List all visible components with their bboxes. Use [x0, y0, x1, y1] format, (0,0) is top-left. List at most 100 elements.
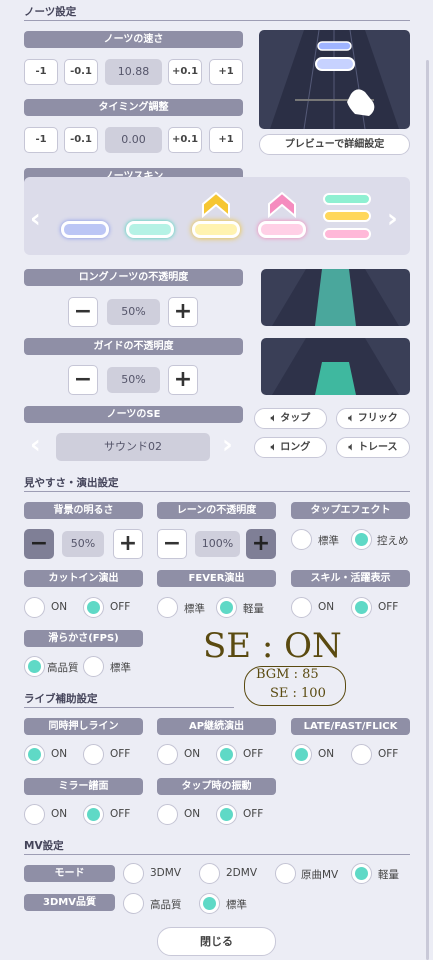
bg-brightness-value: 50%: [62, 531, 104, 557]
mv-quality-standard-radio[interactable]: [199, 893, 220, 914]
simul-line-off-label: OFF: [110, 748, 131, 760]
fever-standard-label: 標準: [184, 603, 205, 615]
mirror-on-radio[interactable]: [24, 804, 45, 825]
fever-label: FEVER演出: [157, 570, 276, 587]
section-title-mv: MV設定: [24, 840, 64, 852]
vibration-off-radio[interactable]: [216, 804, 237, 825]
skin-option-yellow[interactable]: [192, 221, 240, 238]
timing-label: タイミング調整: [24, 99, 243, 116]
mv-quality-label: 3DMV品質: [24, 894, 115, 911]
tap-effect-standard-label: 標準: [318, 535, 339, 547]
bg-brightness-label: 背景の明るさ: [24, 502, 143, 519]
skill-on-radio[interactable]: [291, 597, 312, 618]
se-tap-button[interactable]: 🔈︎ タップ: [254, 408, 327, 429]
skin-option-pink[interactable]: [258, 221, 306, 238]
note-speed-plus01-button[interactable]: +0.1: [168, 59, 202, 85]
cutin-on-label: ON: [51, 601, 68, 613]
skin-prev-chevron-icon[interactable]: ‹: [30, 204, 41, 234]
skin-option-green[interactable]: [126, 221, 174, 238]
guide-preview-image: [261, 338, 410, 395]
skin-option-mix-bottom[interactable]: [323, 228, 371, 240]
timing-minus1-button[interactable]: -1: [24, 127, 58, 153]
long-note-preview-image: [261, 269, 410, 326]
tap-effect-subtle-radio[interactable]: [351, 529, 372, 550]
fps-label: 滑らかさ(FPS): [24, 630, 143, 647]
note-preview-image[interactable]: [259, 30, 410, 129]
vibration-on-label: ON: [184, 808, 201, 820]
long-opacity-plus-button[interactable]: +: [168, 297, 198, 327]
mv-quality-high-label: 高品質: [150, 899, 182, 911]
vibration-off-label: OFF: [243, 808, 264, 820]
late-fast-on-radio[interactable]: [291, 744, 312, 765]
mode-light-radio[interactable]: [351, 863, 372, 884]
mirror-on-label: ON: [51, 808, 68, 820]
late-fast-off-label: OFF: [378, 748, 399, 760]
speaker-icon: 🔈︎: [348, 413, 358, 424]
note-speed-plus1-button[interactable]: +1: [209, 59, 243, 85]
late-fast-off-radio[interactable]: [351, 744, 372, 765]
mode-original-mv-radio[interactable]: [275, 863, 296, 884]
fps-high-radio[interactable]: [24, 656, 45, 677]
tap-effect-label: タップエフェクト: [291, 502, 410, 519]
speaker-icon: 🔈︎: [348, 442, 358, 453]
mv-quality-high-radio[interactable]: [123, 893, 144, 914]
se-prev-chevron-icon[interactable]: ‹: [30, 430, 41, 460]
handwritten-se-on: SE : ON: [203, 626, 342, 666]
fever-standard-radio[interactable]: [157, 597, 178, 618]
tap-effect-standard-radio[interactable]: [291, 529, 312, 550]
simul-line-label: 同時押しライン: [24, 718, 143, 735]
vibration-on-radio[interactable]: [157, 804, 178, 825]
se-long-label: ロング: [280, 442, 311, 453]
skin-next-chevron-icon[interactable]: ›: [387, 204, 398, 234]
bg-brightness-minus-button[interactable]: −: [24, 529, 54, 559]
note-speed-minus01-button[interactable]: -0.1: [64, 59, 98, 85]
fps-standard-radio[interactable]: [83, 656, 104, 677]
skin-option-blue[interactable]: [61, 221, 109, 238]
bg-brightness-plus-button[interactable]: +: [113, 529, 143, 559]
mirror-label: ミラー譜面: [24, 778, 143, 795]
mode-2dmv-radio[interactable]: [199, 863, 220, 884]
cutin-off-label: OFF: [110, 601, 131, 613]
simul-line-off-radio[interactable]: [83, 744, 104, 765]
timing-plus01-button[interactable]: +0.1: [168, 127, 202, 153]
lane-opacity-plus-button[interactable]: +: [246, 529, 276, 559]
skin-option-mix-top[interactable]: [323, 193, 371, 205]
note-speed-minus1-button[interactable]: -1: [24, 59, 58, 85]
se-trace-button[interactable]: 🔈︎ トレース: [336, 437, 410, 458]
se-long-button[interactable]: 🔈︎ ロング: [254, 437, 327, 458]
note-speed-value: 10.88: [105, 59, 162, 85]
fever-light-radio[interactable]: [216, 597, 237, 618]
note-se-label: ノーツのSE: [24, 406, 243, 423]
skin-yellow-arrow-icon: [202, 191, 230, 219]
mirror-off-radio[interactable]: [83, 804, 104, 825]
close-button[interactable]: 閉じる: [157, 927, 276, 956]
section-title-notes: ノーツ設定: [24, 6, 77, 18]
se-sound-select[interactable]: サウンド02: [56, 433, 210, 461]
simul-line-on-radio[interactable]: [24, 744, 45, 765]
preview-detail-button[interactable]: プレビューで詳細設定: [259, 134, 410, 155]
se-next-chevron-icon[interactable]: ›: [222, 430, 233, 460]
lane-opacity-minus-button[interactable]: −: [157, 529, 187, 559]
handwritten-se-volume: SE : 100: [270, 686, 326, 701]
cutin-off-radio[interactable]: [83, 597, 104, 618]
ap-effect-off-label: OFF: [243, 748, 264, 760]
skill-off-radio[interactable]: [351, 597, 372, 618]
section-divider: [24, 491, 410, 492]
timing-minus01-button[interactable]: -0.1: [64, 127, 98, 153]
ap-effect-on-radio[interactable]: [157, 744, 178, 765]
long-opacity-minus-button[interactable]: −: [68, 297, 98, 327]
cutin-on-radio[interactable]: [24, 597, 45, 618]
mode-3dmv-radio[interactable]: [123, 863, 144, 884]
cutin-label: カットイン演出: [24, 570, 143, 587]
timing-plus1-button[interactable]: +1: [209, 127, 243, 153]
mode-light-label: 軽量: [378, 869, 399, 881]
se-flick-button[interactable]: 🔈︎ フリック: [336, 408, 410, 429]
mirror-off-label: OFF: [110, 808, 131, 820]
ap-effect-off-radio[interactable]: [216, 744, 237, 765]
guide-opacity-minus-button[interactable]: −: [68, 365, 98, 395]
note-speed-label: ノーツの速さ: [24, 31, 243, 48]
skin-option-mix-mid[interactable]: [323, 210, 371, 222]
scrollbar[interactable]: [426, 60, 429, 960]
guide-opacity-plus-button[interactable]: +: [168, 365, 198, 395]
se-trace-label: トレース: [357, 442, 398, 453]
